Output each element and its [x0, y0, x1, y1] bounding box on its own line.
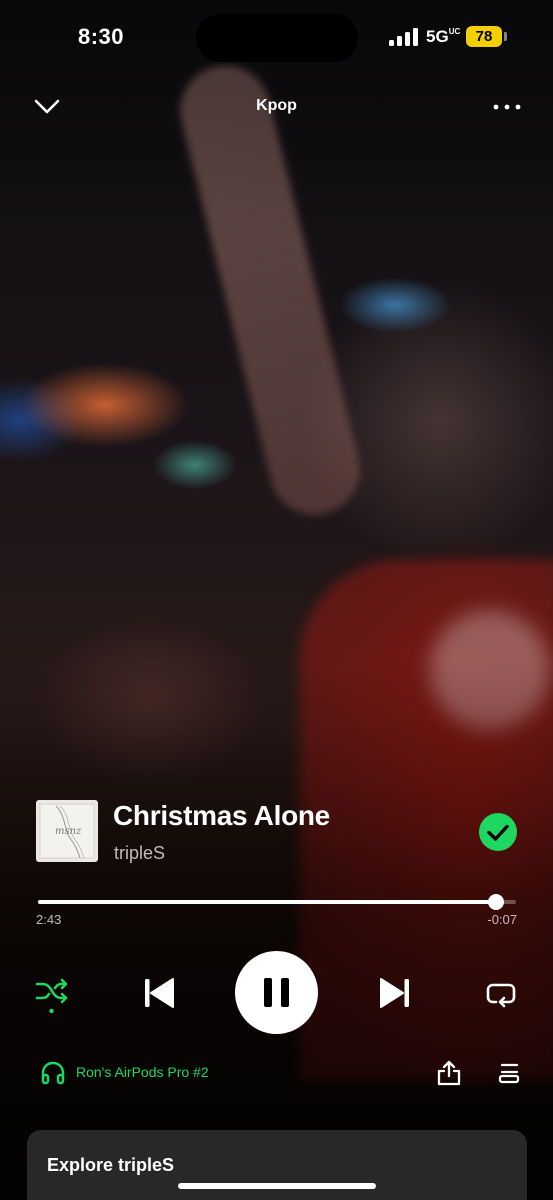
headphones-icon	[40, 1060, 66, 1086]
share-button[interactable]	[436, 1059, 462, 1087]
elapsed-time: 2:43	[36, 912, 62, 927]
queue-button[interactable]	[497, 1061, 521, 1085]
dynamic-island	[196, 14, 358, 62]
pause-icon	[235, 978, 318, 1038]
status-time: 8:30	[78, 24, 125, 49]
skip-previous-icon	[140, 978, 178, 1016]
top-nav: Kpop	[0, 85, 553, 129]
album-art[interactable]: msnz	[36, 800, 98, 862]
progress-fill	[38, 900, 497, 904]
status-bar: 8:30 5GUC 78	[0, 0, 553, 75]
shuffle-button[interactable]	[34, 975, 70, 1015]
more-icon[interactable]	[492, 96, 522, 118]
playlist-title: Kpop	[256, 97, 297, 114]
repeat-icon	[484, 983, 518, 1015]
skip-next-icon	[376, 978, 414, 1016]
track-title: Christmas Alone	[113, 800, 330, 831]
device-label: Ron's AirPods Pro #2	[76, 1064, 209, 1080]
next-button[interactable]	[376, 974, 414, 1012]
battery-icon	[504, 32, 507, 41]
network-type: 5GUC	[426, 27, 461, 46]
repeat-button[interactable]	[484, 977, 518, 1011]
remaining-time: -0:07	[487, 912, 517, 927]
home-indicator[interactable]	[178, 1183, 376, 1189]
queue-icon	[497, 1063, 521, 1089]
album-art-text: msnz	[55, 826, 82, 837]
network-suffix: UC	[448, 27, 461, 36]
signal-icon	[389, 28, 419, 46]
battery-level: 78	[466, 26, 502, 47]
previous-button[interactable]	[140, 974, 178, 1012]
progress-bar[interactable]	[38, 893, 516, 910]
shuffle-icon	[34, 978, 70, 1019]
track-artist[interactable]: tripleS	[114, 843, 165, 864]
progress-knob[interactable]	[488, 894, 505, 910]
explore-artist-card[interactable]: Explore tripleS	[27, 1130, 527, 1200]
pause-button[interactable]	[235, 951, 318, 1034]
explore-title: Explore tripleS	[47, 1155, 175, 1175]
share-icon	[436, 1060, 462, 1091]
check-circle-icon[interactable]	[479, 813, 517, 851]
